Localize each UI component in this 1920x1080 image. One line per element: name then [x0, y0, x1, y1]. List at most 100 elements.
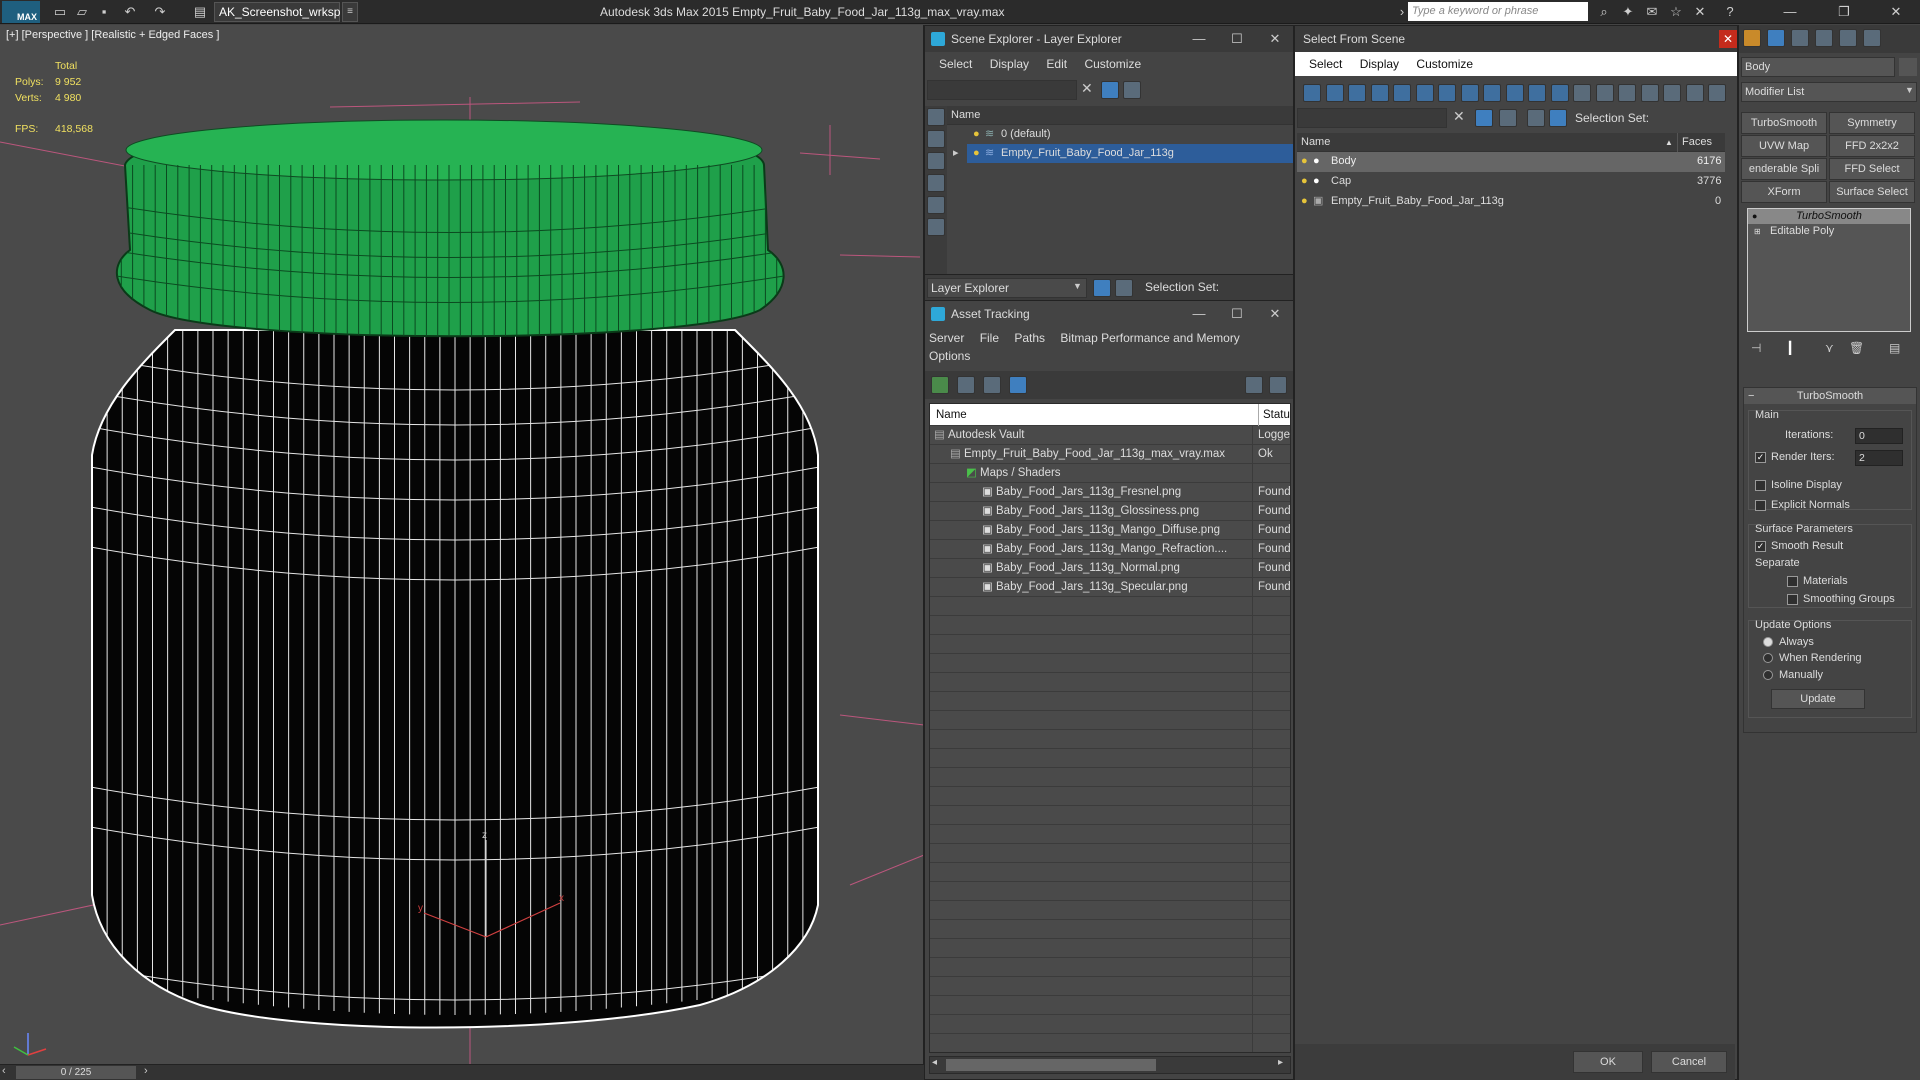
object-row-body[interactable]: ● ● Body 6176	[1297, 152, 1725, 172]
scrollbar-thumb[interactable]	[946, 1059, 1156, 1071]
show-end-result-icon[interactable]: ▎	[1789, 341, 1798, 355]
layer-filter-icon[interactable]	[1123, 81, 1141, 99]
menu-select[interactable]: Select	[939, 57, 972, 71]
display-invert-icon[interactable]	[1618, 84, 1636, 102]
scene-search-field[interactable]	[927, 80, 1077, 100]
manually-radio[interactable]	[1763, 669, 1777, 681]
favorites-icon[interactable]: ☆	[1666, 3, 1686, 21]
layer-explorer-icon[interactable]	[1093, 279, 1111, 297]
minimize-icon[interactable]: —	[1181, 301, 1217, 327]
asset-row[interactable]: ▣ Baby_Food_Jars_113g_Mango_Diffuse.png Fo…	[930, 521, 1290, 540]
new-file-icon[interactable]: ▭	[50, 3, 70, 21]
sync-selection-icon[interactable]	[1640, 84, 1659, 102]
workspace-menu-button[interactable]: ≡	[342, 2, 358, 22]
table-view-icon[interactable]	[1009, 376, 1027, 394]
smooth-result-checkbox[interactable]: ✓	[1755, 540, 1770, 552]
pin-stack-icon[interactable]: ⊣	[1751, 341, 1761, 355]
remove-modifier-icon[interactable]: 🗑	[1849, 341, 1864, 355]
object-row-jar-group[interactable]: ● ▣ Empty_Fruit_Baby_Food_Jar_113g 0	[1297, 192, 1725, 212]
minimize-icon[interactable]: —	[1770, 3, 1810, 21]
display-xrefs-icon[interactable]	[1460, 84, 1479, 102]
tree-row-default-layer[interactable]: ● ≋ 0 (default)	[947, 125, 1293, 144]
display-groups-icon[interactable]	[1438, 84, 1456, 102]
isoline-checkbox[interactable]	[1755, 479, 1770, 491]
utilities-tab-icon[interactable]	[1863, 29, 1881, 47]
scene-search-field[interactable]	[1297, 108, 1447, 128]
settings-icon[interactable]	[1269, 376, 1287, 394]
asset-tracking-titlebar[interactable]: Asset Tracking — ☐ ✕	[925, 301, 1293, 327]
make-unique-icon[interactable]: ⋎	[1825, 341, 1834, 355]
menu-customize[interactable]: Customize	[1416, 57, 1473, 71]
refresh-icon[interactable]	[931, 376, 949, 394]
collapse-icon[interactable]: −	[1748, 388, 1754, 404]
options-icon[interactable]	[1685, 84, 1704, 102]
lightbulb-icon[interactable]: ●	[1752, 209, 1757, 224]
display-hidden-icon[interactable]	[1550, 84, 1569, 102]
close-icon[interactable]: ✕	[1719, 30, 1737, 48]
thumbnail-view-icon[interactable]	[983, 376, 1001, 394]
display-lights-icon[interactable]	[927, 218, 945, 236]
lightbulb-icon[interactable]: ●	[973, 125, 980, 144]
display-none-icon[interactable]	[927, 108, 945, 126]
ffd-2x2x2-button[interactable]: FFD 2x2x2	[1829, 135, 1915, 157]
display-cameras-icon[interactable]	[1370, 84, 1389, 102]
layer-filter-icon[interactable]	[1499, 109, 1517, 127]
display-geometry-icon[interactable]	[1303, 84, 1321, 102]
menu-paths[interactable]: Paths	[1014, 331, 1045, 345]
stack-item-editable-poly[interactable]: ⊞ Editable Poly	[1748, 224, 1910, 239]
layers-icon[interactable]	[1527, 109, 1545, 127]
viewport-label[interactable]: [+] [Perspective ] [Realistic + Edged Fa…	[6, 29, 219, 41]
display-shapes-icon[interactable]	[927, 196, 945, 214]
smoothing-groups-checkbox[interactable]	[1787, 593, 1802, 605]
xform-button[interactable]: XForm	[1741, 181, 1827, 203]
object-name-field[interactable]: Body	[1741, 57, 1895, 77]
tree-row-jar-layer[interactable]: ▸ ● ≋ Empty_Fruit_Baby_Food_Jar_113g	[953, 144, 1293, 163]
display-bones-icon[interactable]	[1483, 84, 1501, 102]
maximize-icon[interactable]: ☐	[1219, 26, 1255, 52]
hierarchy-icon[interactable]	[1549, 109, 1567, 127]
menu-bitmap-performance[interactable]: Bitmap Performance and Memory	[1060, 331, 1239, 345]
ffd-select-button[interactable]: FFD Select	[1829, 158, 1915, 180]
subscription-icon[interactable]: ✦	[1618, 3, 1638, 21]
horizontal-scrollbar[interactable]: ◂ ▸	[929, 1056, 1291, 1074]
display-helpers-icon[interactable]	[1393, 84, 1411, 102]
filter-icon[interactable]	[1101, 81, 1119, 99]
asset-row[interactable]: ▣ Baby_Food_Jars_113g_Fresnel.png Found	[930, 483, 1290, 502]
configure-modifier-sets-icon[interactable]: ▤	[1889, 341, 1900, 355]
create-tab-icon[interactable]	[1743, 29, 1761, 47]
object-row-cap[interactable]: ● ● Cap 3776	[1297, 172, 1725, 192]
display-tab-icon[interactable]	[1839, 29, 1857, 47]
asset-row[interactable]: ▣ Baby_Food_Jars_113g_Specular.png Found	[930, 578, 1290, 597]
lightbulb-icon[interactable]: ●	[1301, 152, 1308, 171]
display-shapes-icon[interactable]	[1325, 84, 1344, 102]
clear-search-icon[interactable]: ✕	[1081, 80, 1093, 97]
select-from-scene-titlebar[interactable]: Select From Scene ✕	[1295, 26, 1737, 52]
column-header-name[interactable]: Name	[947, 106, 1293, 125]
column-header-faces[interactable]: Faces	[1677, 133, 1712, 152]
display-lights-icon[interactable]	[1348, 84, 1366, 102]
minimize-icon[interactable]: —	[1181, 26, 1217, 52]
menu-options[interactable]: Options	[929, 349, 970, 363]
filter-icon[interactable]	[1663, 84, 1681, 102]
prev-frame-icon[interactable]: ‹	[2, 1065, 6, 1077]
lightbulb-icon[interactable]: ●	[1301, 192, 1308, 211]
display-containers-icon[interactable]	[1505, 84, 1524, 102]
menu-edit[interactable]: Edit	[1046, 57, 1067, 71]
display-frozen-icon[interactable]	[1528, 84, 1546, 102]
collapse-icon[interactable]	[1708, 84, 1726, 102]
display-spacewarps-icon[interactable]	[1415, 84, 1434, 102]
app-logo-icon[interactable]: MAX	[2, 1, 40, 23]
workspace-dropdown[interactable]: AK_Screenshot_wrksp	[214, 2, 340, 22]
hierarchy-tab-icon[interactable]	[1791, 29, 1809, 47]
menu-server[interactable]: Server	[929, 331, 964, 345]
column-header-name[interactable]: Name	[1301, 133, 1330, 152]
materials-checkbox[interactable]	[1787, 575, 1802, 587]
explicit-normals-checkbox[interactable]	[1755, 499, 1770, 511]
column-header-name[interactable]: Name	[936, 404, 967, 426]
jar-3d-model[interactable]: z x y	[0, 25, 924, 1065]
column-header-status[interactable]: Status	[1258, 404, 1290, 426]
modify-tab-icon[interactable]	[1767, 29, 1785, 47]
close-search-icon[interactable]: ✕	[1690, 3, 1710, 21]
asset-row[interactable]: ▣ Baby_Food_Jars_113g_Normal.png Found	[930, 559, 1290, 578]
update-button[interactable]: Update	[1771, 689, 1865, 709]
